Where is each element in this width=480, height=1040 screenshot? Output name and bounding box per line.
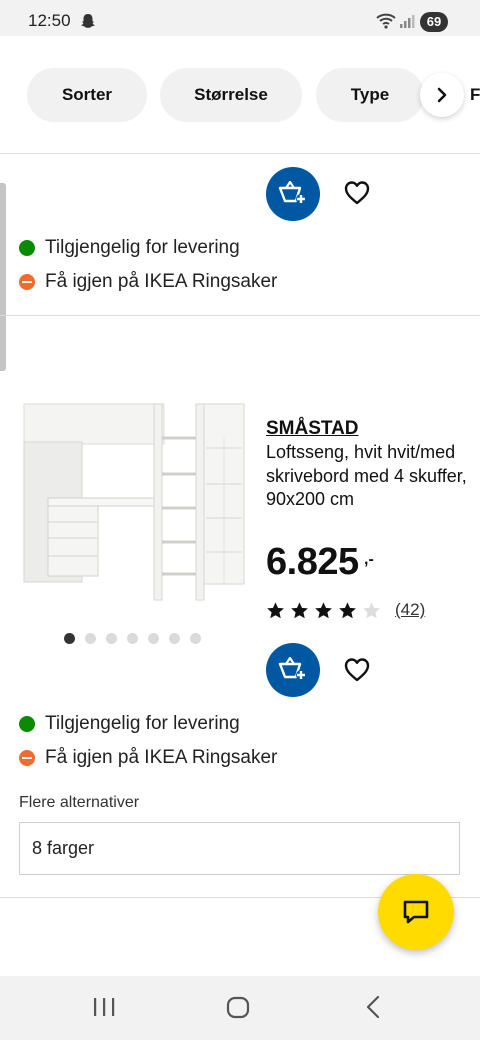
filter-chip-partial[interactable]: F [470, 68, 480, 122]
alternatives-label: Flere alternativer [19, 794, 140, 811]
product-rating[interactable]: (42) [266, 600, 425, 620]
chat-button[interactable] [378, 874, 454, 950]
filter-chip-sorter[interactable]: Sorter [27, 68, 147, 122]
system-nav-bar [0, 976, 480, 1040]
carousel-dot[interactable] [64, 633, 75, 644]
scroll-indicator[interactable] [0, 183, 6, 371]
add-to-cart-button[interactable] [266, 167, 320, 221]
available-dot-icon [19, 716, 35, 732]
availability-delivery: Tilgjengelig for levering [19, 236, 240, 260]
chat-icon [403, 900, 429, 924]
divider [0, 315, 480, 316]
color-alternatives-selector[interactable]: 8 farger [19, 822, 460, 875]
filter-chip-type[interactable]: Type [316, 68, 424, 122]
ghost-icon [81, 14, 95, 28]
carousel-dot[interactable] [85, 633, 96, 644]
carousel-dot[interactable] [169, 633, 180, 644]
review-count[interactable]: (42) [395, 600, 425, 620]
battery-icon: 69 [420, 12, 448, 32]
star-filled-icon [339, 601, 356, 618]
back-icon[interactable] [362, 994, 384, 1020]
wifi-icon [376, 13, 396, 29]
carousel-dot[interactable] [127, 633, 138, 644]
status-bar: 12:50 69 [0, 0, 480, 36]
status-time: 12:50 [28, 11, 71, 30]
carousel-dot[interactable] [106, 633, 117, 644]
image-carousel-indicator [64, 633, 201, 644]
home-icon[interactable] [225, 994, 251, 1020]
price-suffix: ,- [364, 551, 374, 568]
unavailable-dot-icon [19, 750, 35, 766]
product-description[interactable]: Loftsseng, hvit hvit/med skrivebord med … [266, 441, 471, 512]
cart-add-icon [278, 657, 306, 680]
product-price: 6.825 [266, 541, 359, 583]
scroll-filters-button[interactable] [420, 73, 464, 117]
availability-store: Få igjen på IKEA Ringsaker [19, 270, 277, 294]
star-filled-icon [291, 601, 308, 618]
availability-text: Få igjen på IKEA Ringsaker [45, 747, 278, 768]
signal-icon [400, 15, 415, 28]
add-to-cart-button[interactable] [266, 643, 320, 697]
available-dot-icon [19, 240, 35, 256]
star-empty-icon [363, 601, 380, 618]
filter-chip-storrelse[interactable]: Størrelse [160, 68, 302, 122]
recent-apps-icon[interactable] [92, 994, 116, 1020]
filter-bar: Sorter Størrelse Type F [0, 36, 480, 154]
product-name[interactable]: SMÅSTAD [266, 418, 359, 440]
star-filled-icon [267, 601, 284, 618]
availability-text: Tilgjengelig for levering [45, 237, 240, 258]
heart-icon[interactable] [343, 179, 371, 207]
chevron-right-icon [437, 87, 447, 103]
product-image[interactable] [20, 398, 252, 610]
availability-text: Få igjen på IKEA Ringsaker [45, 271, 278, 292]
carousel-dot[interactable] [148, 633, 159, 644]
unavailable-dot-icon [19, 274, 35, 290]
heart-icon[interactable] [343, 656, 371, 684]
cart-add-icon [278, 181, 306, 204]
availability-delivery: Tilgjengelig for levering [19, 712, 240, 736]
star-filled-icon [315, 601, 332, 618]
availability-store: Få igjen på IKEA Ringsaker [19, 746, 277, 770]
carousel-dot[interactable] [190, 633, 201, 644]
availability-text: Tilgjengelig for levering [45, 713, 240, 734]
